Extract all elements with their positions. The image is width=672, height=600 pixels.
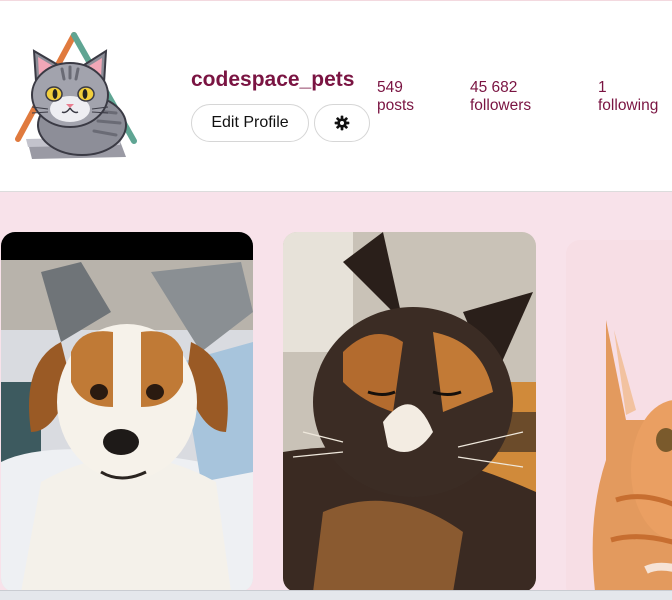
cat-photo (283, 232, 536, 590)
gallery-post-puppy[interactable] (1, 232, 253, 590)
puppy-photo (1, 232, 253, 590)
stat-followers-count: 45 682 (470, 79, 518, 96)
profile-avatar[interactable] (12, 29, 140, 164)
orange-cat-photo (566, 240, 672, 590)
edit-profile-button[interactable]: Edit Profile (191, 104, 309, 142)
gear-icon (334, 115, 350, 131)
cat-avatar-icon (15, 32, 137, 159)
stat-posts[interactable]: 549 posts (377, 79, 414, 115)
settings-button[interactable] (314, 104, 370, 142)
stat-posts-label: posts (377, 97, 415, 114)
bottom-scroll-strip (0, 590, 672, 600)
stat-followers-label: followers (470, 97, 532, 114)
profile-page: codespace_pets Edit Profile 549 posts 45… (0, 0, 672, 600)
gallery-post-orange-cat[interactable] (566, 240, 672, 590)
stat-followers[interactable]: 45 682 followers (470, 79, 531, 115)
stat-posts-count: 549 (377, 79, 403, 96)
profile-username: codespace_pets (191, 68, 355, 91)
stat-following[interactable]: 1 following (598, 79, 658, 115)
post-gallery (0, 192, 672, 590)
profile-header: codespace_pets Edit Profile 549 posts 45… (0, 1, 672, 192)
gallery-post-tortoiseshell-cat[interactable] (283, 232, 536, 590)
stat-following-label: following (598, 97, 659, 114)
stat-following-count: 1 (598, 79, 607, 96)
